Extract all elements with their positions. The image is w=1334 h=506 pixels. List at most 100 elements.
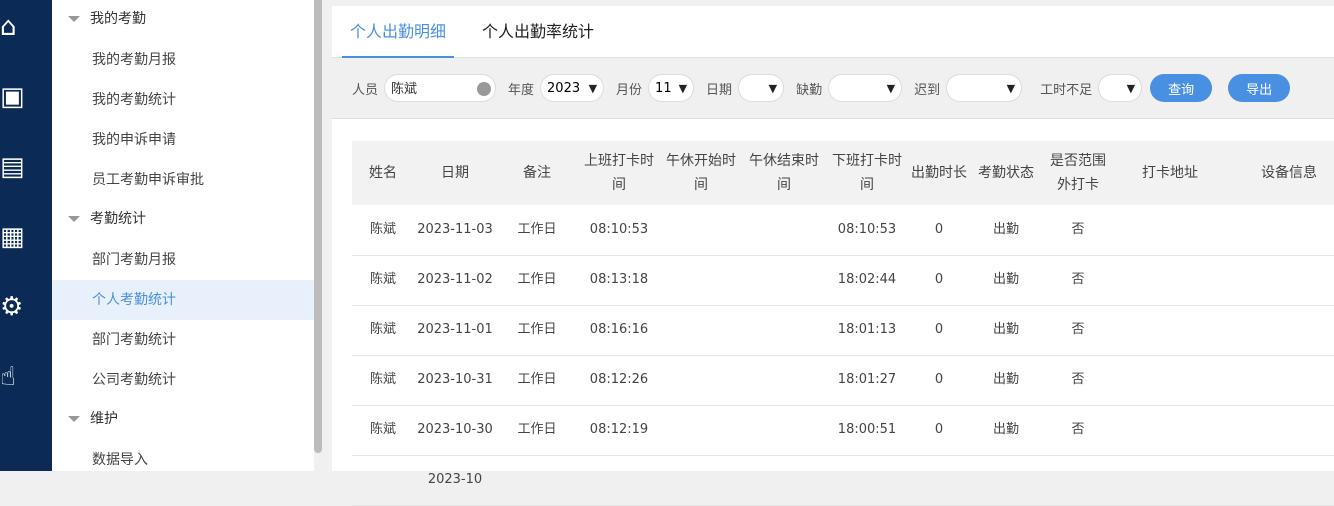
menu-item[interactable]: 公司考勤统计 [52, 360, 314, 400]
table-cell [742, 355, 826, 406]
short-hours-label: 工时不足 [1040, 82, 1093, 98]
table-cell [1114, 255, 1226, 306]
table-cell: 陈斌 [352, 305, 414, 356]
month-select[interactable]: 11 ▼ [648, 74, 695, 102]
table-cell: 08:12:26 [578, 355, 660, 406]
table-cell [660, 255, 742, 306]
column-header: 出勤时长 [908, 141, 970, 205]
table-cell [742, 205, 826, 256]
table-cell [352, 455, 414, 506]
menu-item[interactable]: 数据导入 [52, 440, 314, 480]
table-cell: 18:01:27 [826, 355, 908, 406]
table-cell: 0 [908, 305, 970, 356]
table-cell [742, 305, 826, 356]
table-cell: 2023-10-31 [414, 355, 496, 406]
menu-item[interactable]: 部门考勤统计 [52, 320, 314, 360]
table-cell: 工作日 [496, 205, 578, 256]
table-cell [742, 455, 826, 506]
table-cell: 出勤 [970, 355, 1042, 406]
column-header: 午休开始时间 [660, 141, 742, 205]
menu-item[interactable]: 个人考勤统计 [52, 280, 314, 320]
table-cell: 18:00:51 [826, 405, 908, 456]
table-row[interactable]: 陈斌 2023-11-03 工作日 08:10:53 08:10:53 0 出勤否 [352, 205, 1334, 256]
table-cell: 陈斌 [352, 355, 414, 406]
table-cell: 出勤 [970, 405, 1042, 456]
tab-bar: 个人出勤明细 个人出勤率统计 [332, 6, 1334, 58]
table-cell: 工作日 [496, 355, 578, 406]
table-cell [1226, 255, 1334, 306]
table-cell: 2023-10-30 [414, 405, 496, 456]
column-header: 打卡地址 [1114, 141, 1226, 205]
table-cell: 2023-11-01 [414, 305, 496, 356]
date-select[interactable]: ▼ [738, 74, 785, 102]
table-cell [1226, 355, 1334, 406]
tab-personal-detail[interactable]: 个人出勤明细 [342, 6, 454, 58]
table-cell: 0 [908, 255, 970, 306]
table-row[interactable]: 陈斌 2023-11-02 工作日 08:13:18 18:02:44 0 出勤否 [352, 255, 1334, 306]
table-panel: 姓名 日期 备注 上班打卡时间 午休开始时间 午休结束时间 下班打卡时间 出勤时长 考勤状态 是否… [332, 118, 1334, 506]
table-cell: 工作日 [496, 305, 578, 356]
table-row[interactable]: 陈斌 2023-10-30 工作日 08:12:19 18:00:51 0 出勤否 [352, 405, 1334, 456]
table-cell [1114, 205, 1226, 256]
table-cell [660, 205, 742, 256]
home-icon[interactable]: ⌂ [0, 10, 30, 44]
late-select[interactable]: ▼ [946, 74, 1023, 102]
menu-item[interactable]: 部门考勤月报 [52, 240, 314, 280]
caret-down-icon [68, 16, 80, 22]
report-icon[interactable]: ▤ [0, 150, 30, 184]
menu-group[interactable]: 考勤统计 [52, 200, 314, 240]
query-button[interactable]: 查询 [1150, 74, 1213, 102]
table-row[interactable]: 陈斌 2023-11-01 工作日 08:16:16 18:01:13 0 出勤否 [352, 305, 1334, 356]
menu-group[interactable]: 维护 [52, 400, 314, 440]
column-header: 是否范围外打卡 [1042, 141, 1114, 205]
menu-item[interactable]: 我的考勤月报 [52, 40, 314, 80]
chevron-down-icon: ▼ [1006, 81, 1016, 95]
person-value: 陈斌 [391, 82, 418, 97]
menu-item[interactable]: 我的申诉申请 [52, 120, 314, 160]
user-monitor-icon[interactable]: ▣ [0, 80, 30, 114]
table-cell [826, 455, 908, 506]
table-cell: 工作日 [496, 405, 578, 456]
table-row[interactable]: 陈斌 2023-10-31 工作日 08:12:26 18:01:27 0 出勤否 [352, 355, 1334, 406]
table-cell [1114, 355, 1226, 406]
year-select[interactable]: 2023 ▼ [540, 74, 605, 102]
absent-select[interactable]: ▼ [828, 74, 903, 102]
table-cell: 出勤 [970, 305, 1042, 356]
column-header: 午休结束时间 [742, 141, 826, 205]
user-icon[interactable] [477, 82, 492, 96]
attendance-table: 姓名 日期 备注 上班打卡时间 午休开始时间 午休结束时间 下班打卡时间 出勤时长 考勤状态 是否… [352, 141, 1334, 506]
table-cell: 08:13:18 [578, 255, 660, 306]
icon-bar: ⌂ ▣ ▤ ▦ ⚙ ☝ [0, 0, 52, 471]
table-cell [496, 455, 578, 506]
column-header: 设备信息 [1226, 141, 1334, 205]
table-cell [908, 455, 970, 506]
absent-label: 缺勤 [796, 82, 823, 98]
table-row[interactable]: 2023-10 [352, 455, 1334, 506]
sidebar-menu: 我的考勤 我的考勤月报 我的考勤统计 我的申诉申请 员工考勤申诉审批 考勤统计 部门考勤月报… [52, 0, 314, 471]
table-cell: 08:10:53 [826, 205, 908, 256]
menu-item[interactable]: 员工考勤申诉审批 [52, 160, 314, 200]
chevron-down-icon: ▼ [768, 81, 778, 95]
table-cell: 2023-11-02 [414, 255, 496, 306]
sidebar-scrollbar[interactable] [314, 0, 322, 471]
table-cell: 18:02:44 [826, 255, 908, 306]
tab-personal-rate[interactable]: 个人出勤率统计 [482, 6, 594, 58]
date-label: 日期 [706, 82, 733, 98]
table-cell [1226, 305, 1334, 356]
user-settings-icon[interactable]: ⚙ [0, 290, 30, 324]
table-cell: 08:16:16 [578, 305, 660, 356]
table-cell: 否 [1042, 405, 1114, 456]
table-cell: 08:10:53 [578, 205, 660, 256]
touch-icon[interactable]: ☝ [0, 360, 30, 394]
column-header: 姓名 [352, 141, 414, 205]
main-content: 个人出勤明细 个人出勤率统计 人员 陈斌 年度 2023 ▼ 月份 11 ▼ 日期 … [332, 0, 1334, 506]
table-cell [660, 405, 742, 456]
person-input[interactable]: 陈斌 [384, 74, 497, 102]
table-cell: 否 [1042, 205, 1114, 256]
calendar-icon[interactable]: ▦ [0, 220, 30, 254]
table-cell: 08:12:19 [578, 405, 660, 456]
short-hours-select[interactable]: ▼ [1098, 74, 1143, 102]
menu-group[interactable]: 我的考勤 [52, 0, 314, 40]
menu-item[interactable]: 我的考勤统计 [52, 80, 314, 120]
export-button[interactable]: 导出 [1228, 74, 1291, 102]
